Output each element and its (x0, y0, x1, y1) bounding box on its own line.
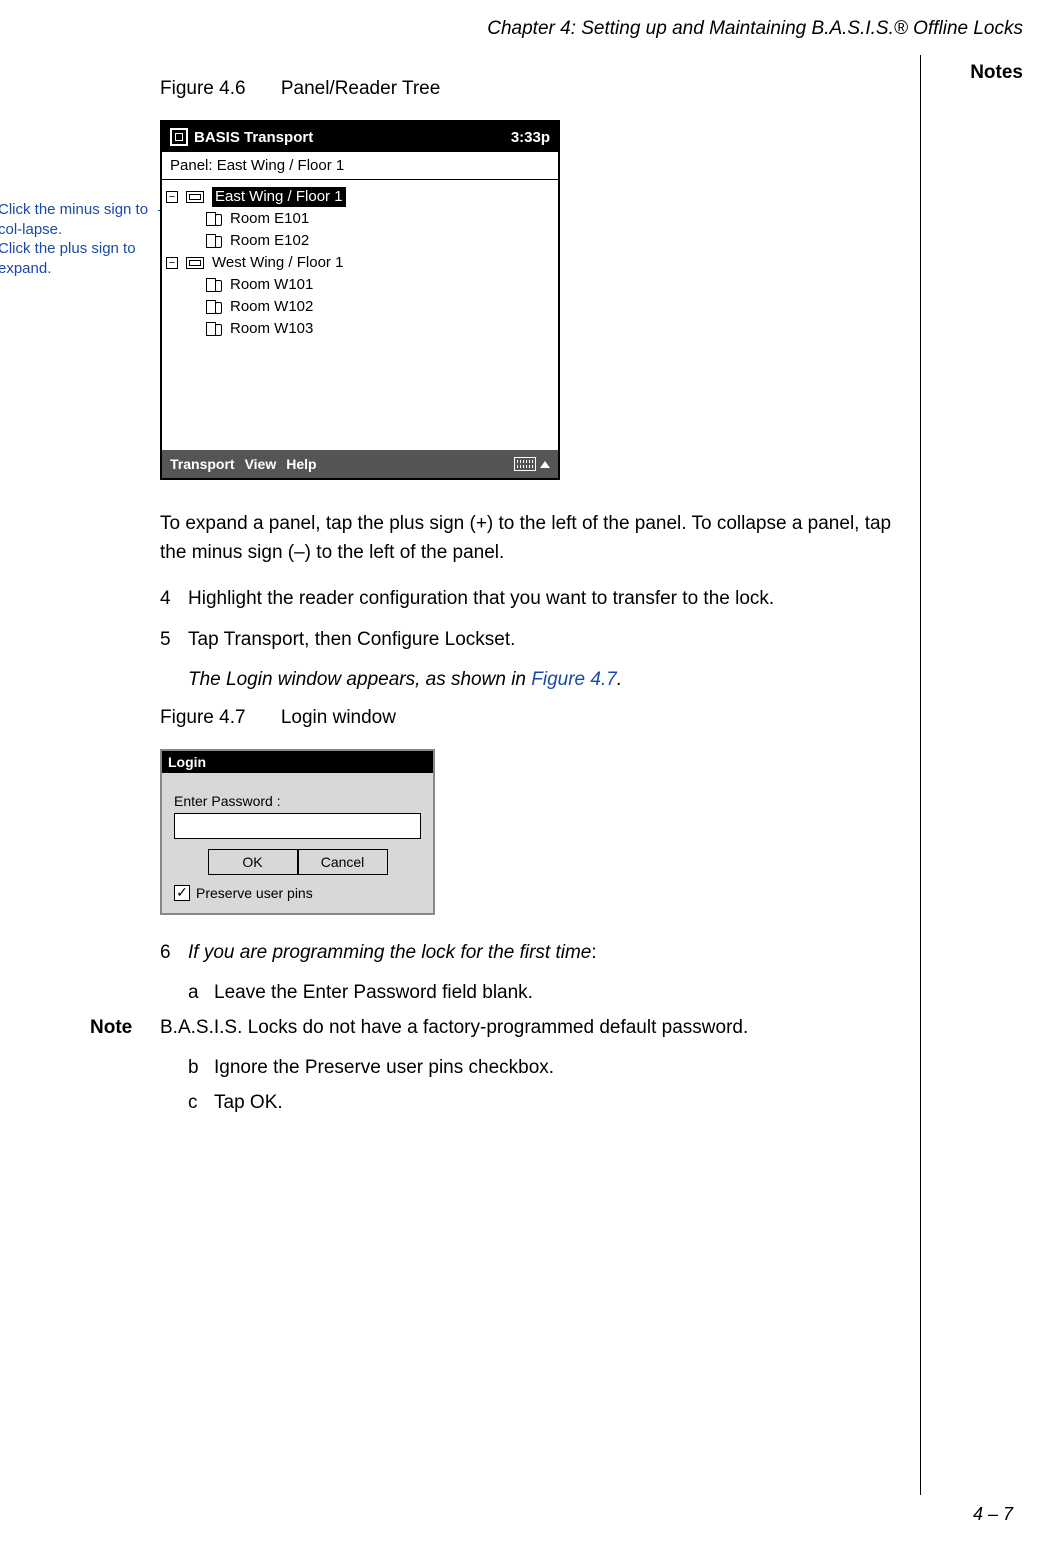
tree-room-e101[interactable]: Room E101 (166, 208, 554, 230)
step-6-c-letter: c (188, 1089, 214, 1118)
login-window-screenshot: Login Enter Password : OK Cancel ✓ Prese… (160, 749, 435, 915)
step-5: 5 Tap Transport, then Configure Lockset. (160, 626, 900, 655)
step-6-b-letter: b (188, 1054, 214, 1083)
step-6: 6 If you are programming the lock for th… (160, 939, 900, 968)
tree-panel-west[interactable]: − West Wing / Floor 1 (166, 252, 554, 274)
figure-4-7-label: Figure 4.7 (160, 707, 246, 728)
password-input[interactable] (174, 813, 421, 839)
cancel-button[interactable]: Cancel (298, 849, 388, 875)
panel-icon (186, 191, 204, 203)
note-text: B.A.S.I.S. Locks do not have a factory-p… (160, 1014, 748, 1043)
step-6-a: a Leave the Enter Password field blank. (160, 979, 900, 1008)
tree-panel-west-label: West Wing / Floor 1 (212, 253, 343, 273)
tree-room-e102-label: Room E102 (230, 231, 309, 251)
reader-icon (206, 300, 222, 314)
step-4: 4 Highlight the reader configuration tha… (160, 585, 900, 614)
step-5-result-post: . (617, 669, 622, 690)
figure-4-6-title: Panel/Reader Tree (281, 78, 441, 99)
callout-text: Click the minus sign to col-lapse. Click… (0, 200, 158, 278)
step-5-text: Tap Transport, then Configure Lockset. (188, 626, 900, 655)
expand-collapse-instructions: To expand a panel, tap the plus sign (+)… (160, 510, 900, 567)
password-label: Enter Password : (174, 793, 421, 809)
step-6-c-text: Tap OK. (214, 1089, 283, 1118)
tree-room-w102[interactable]: Room W102 (166, 296, 554, 318)
menu-bar: Transport View Help (162, 450, 558, 478)
tree-room-w102-label: Room W102 (230, 297, 313, 317)
step-5-result-pre: The Login window appears, as shown in (188, 669, 531, 690)
login-titlebar: Login (162, 751, 433, 773)
tree-view[interactable]: − East Wing / Floor 1 Room E101 Room E10… (162, 180, 558, 450)
up-arrow-icon[interactable] (540, 461, 550, 468)
step-4-text: Highlight the reader configuration that … (188, 585, 900, 614)
step-6-b-text: Ignore the Preserve user pins checkbox. (214, 1054, 554, 1083)
tree-panel-east-label: East Wing / Floor 1 (212, 187, 346, 207)
step-5-result: The Login window appears, as shown in Fi… (160, 666, 900, 695)
notes-heading: Notes (970, 62, 1023, 84)
panel-reader-tree-screenshot: BASIS Transport 3:33p Panel: East Wing /… (160, 120, 560, 480)
tree-room-w103-label: Room W103 (230, 319, 313, 339)
note-block: Note B.A.S.I.S. Locks do not have a fact… (90, 1014, 900, 1043)
reader-icon (206, 278, 222, 292)
reader-icon (206, 212, 222, 226)
step-4-number: 4 (160, 585, 188, 614)
preserve-pins-checkbox[interactable]: ✓ (174, 885, 190, 901)
figure-4-7-link[interactable]: Figure 4.7 (531, 669, 617, 690)
tree-room-w101[interactable]: Room W101 (166, 274, 554, 296)
tree-room-e102[interactable]: Room E102 (166, 230, 554, 252)
collapse-icon[interactable]: − (166, 191, 178, 203)
step-6-c: c Tap OK. (160, 1089, 900, 1118)
menu-help[interactable]: Help (286, 456, 316, 472)
figure-4-6-caption: Figure 4.6 Panel/Reader Tree (160, 78, 900, 100)
panel-path-label: Panel: East Wing / Floor 1 (162, 152, 558, 180)
step-6-b: b Ignore the Preserve user pins checkbox… (160, 1054, 900, 1083)
note-label: Note (90, 1014, 160, 1043)
app-title: BASIS Transport (194, 129, 313, 146)
app-titlebar: BASIS Transport 3:33p (162, 122, 558, 152)
app-icon (170, 128, 188, 146)
figure-4-7-title: Login window (281, 707, 396, 728)
step-5-number: 5 (160, 626, 188, 655)
clock: 3:33p (511, 129, 550, 146)
page-number: 4 – 7 (973, 1504, 1013, 1525)
step-6-a-letter: a (188, 979, 214, 1008)
reader-icon (206, 322, 222, 336)
step-6-colon: : (591, 942, 596, 963)
step-6-a-text: Leave the Enter Password field blank. (214, 979, 533, 1008)
panel-icon (186, 257, 204, 269)
step-6-text-italic: If you are programming the lock for the … (188, 942, 591, 963)
tree-room-e101-label: Room E101 (230, 209, 309, 229)
preserve-pins-label: Preserve user pins (196, 885, 313, 901)
tree-room-w101-label: Room W101 (230, 275, 313, 295)
figure-4-6-label: Figure 4.6 (160, 78, 246, 99)
figure-4-7-caption: Figure 4.7 Login window (160, 707, 900, 729)
menu-view[interactable]: View (245, 456, 277, 472)
menu-transport[interactable]: Transport (170, 456, 235, 472)
tree-panel-east[interactable]: − East Wing / Floor 1 (166, 186, 554, 208)
step-6-number: 6 (160, 939, 188, 968)
chapter-header: Chapter 4: Setting up and Maintaining B.… (487, 18, 1023, 40)
collapse-icon[interactable]: − (166, 257, 178, 269)
tree-room-w103[interactable]: Room W103 (166, 318, 554, 340)
divider-line (920, 55, 921, 1495)
keyboard-icon[interactable] (514, 457, 536, 471)
reader-icon (206, 234, 222, 248)
ok-button[interactable]: OK (208, 849, 298, 875)
